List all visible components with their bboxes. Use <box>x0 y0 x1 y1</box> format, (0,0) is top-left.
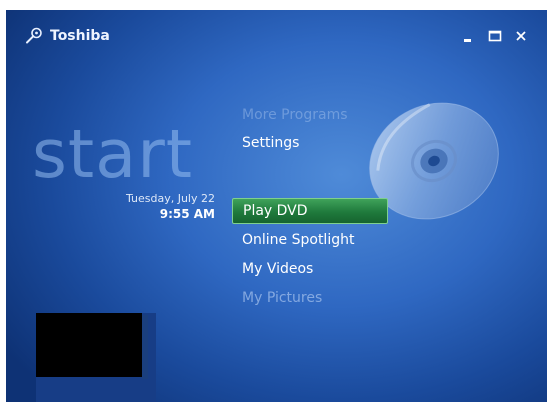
preview-edge <box>142 315 148 379</box>
time-display: 9:55 AM <box>159 207 215 221</box>
maximize-icon[interactable] <box>486 27 504 45</box>
media-center-window: Toshiba start Tuesday, July 22 9:55 AM M… <box>6 10 547 402</box>
date-display: Tuesday, July 22 <box>125 192 215 205</box>
minimize-icon[interactable] <box>460 27 478 45</box>
menu-item-my-pictures[interactable]: My Pictures <box>232 285 388 311</box>
start-heading: start <box>32 115 194 193</box>
close-icon[interactable] <box>512 27 530 45</box>
title-bar: Toshiba <box>6 10 547 62</box>
brand-name: Toshiba <box>50 28 110 44</box>
preview-screen <box>36 313 142 377</box>
menu-item-my-videos[interactable]: My Videos <box>232 256 388 282</box>
menu-item-more-programs[interactable]: More Programs <box>232 102 388 128</box>
menu-item-settings[interactable]: Settings <box>232 130 388 156</box>
wrench-icon[interactable] <box>24 26 44 46</box>
menu-item-play-dvd[interactable]: Play DVD <box>232 198 388 224</box>
now-playing-preview[interactable] <box>36 313 156 402</box>
menu-item-online-spotlight[interactable]: Online Spotlight <box>232 227 388 253</box>
